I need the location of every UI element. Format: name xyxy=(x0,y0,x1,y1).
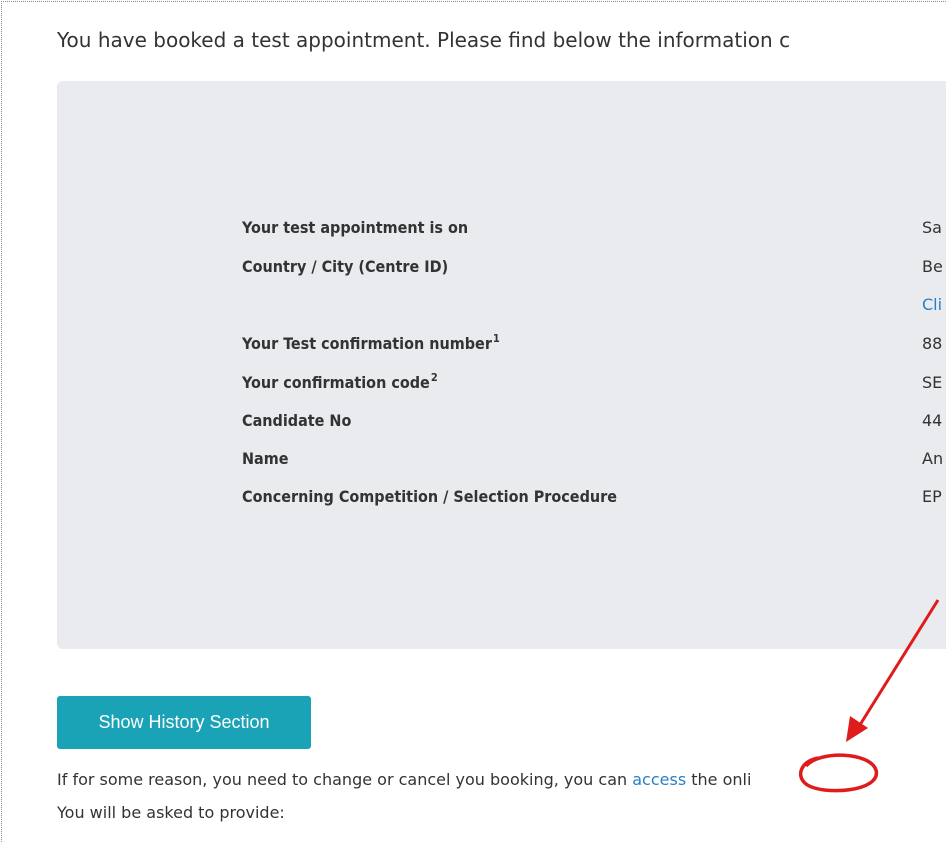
value-name: An xyxy=(922,449,944,468)
label-confirmation-code: Your confirmation code2 xyxy=(242,371,438,392)
label-country-city: Country / City (Centre ID) xyxy=(242,257,449,276)
appointment-details-panel xyxy=(57,81,946,649)
footnote-2: 2 xyxy=(430,371,438,384)
label-appointment-date: Your test appointment is on xyxy=(242,218,469,237)
change-booking-text: If for some reason, you need to change o… xyxy=(57,770,752,789)
centre-link[interactable]: Cli xyxy=(922,295,942,314)
value-test-confirmation-number: 88 xyxy=(922,334,943,353)
value-competition: EP xyxy=(922,487,942,506)
label-name: Name xyxy=(242,449,289,468)
show-history-button[interactable]: Show History Section xyxy=(57,696,311,749)
label-test-confirmation-number: Your Test confirmation number1 xyxy=(242,332,500,353)
footnote-1: 1 xyxy=(492,332,500,345)
label-candidate-no: Candidate No xyxy=(242,411,352,430)
intro-text: You have booked a test appointment. Plea… xyxy=(57,28,791,52)
label-competition: Concerning Competition / Selection Proce… xyxy=(242,487,617,506)
value-appointment-date: Sa xyxy=(922,218,942,237)
value-confirmation-code: SE xyxy=(922,373,943,392)
value-candidate-no: 44 xyxy=(922,411,943,430)
access-link[interactable]: access xyxy=(632,770,686,789)
provide-text: You will be asked to provide: xyxy=(57,803,285,822)
value-country-city: Be xyxy=(922,257,943,276)
